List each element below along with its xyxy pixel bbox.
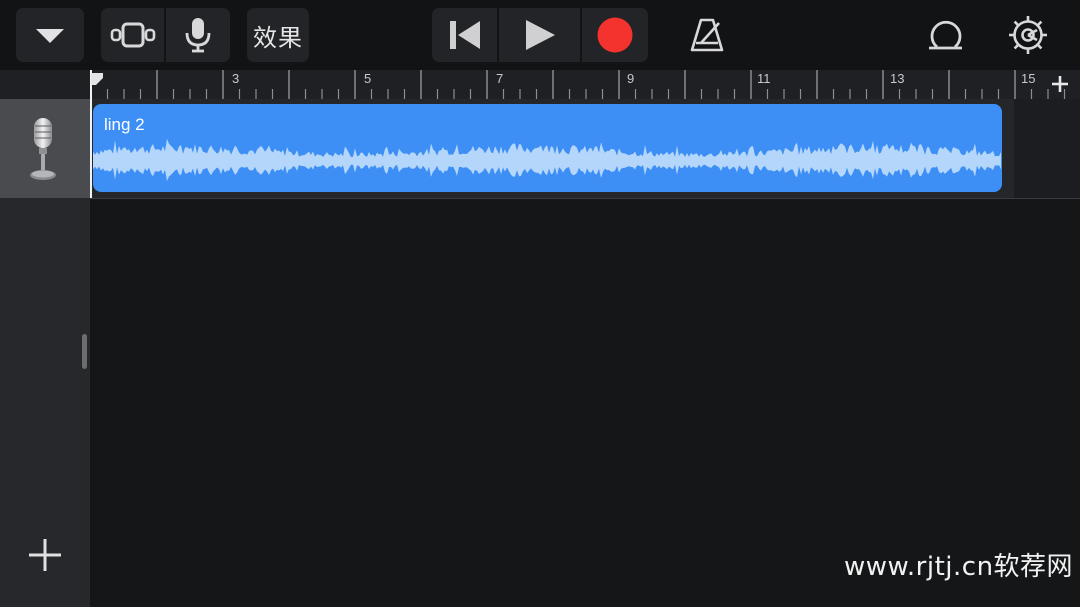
microphone-icon <box>185 18 211 53</box>
play-button[interactable] <box>499 8 580 62</box>
record-button[interactable] <box>582 8 648 62</box>
metronome-icon <box>690 18 724 52</box>
watermark: www.rjtj.cn软荐网 <box>844 552 1074 582</box>
add-section-button[interactable] <box>1048 72 1072 96</box>
record-icon <box>597 17 633 53</box>
go-to-start-button[interactable] <box>432 8 497 62</box>
bar-number: 7 <box>496 71 504 86</box>
track-header[interactable] <box>0 99 90 198</box>
bar-number: 15 <box>1021 71 1036 86</box>
effects-button[interactable]: 效果 <box>247 8 309 62</box>
view-controls <box>101 8 230 62</box>
playhead[interactable] <box>90 70 92 198</box>
waveform <box>93 138 1001 182</box>
settings-button[interactable] <box>1000 8 1056 62</box>
transport-controls <box>432 8 648 62</box>
bar-number: 13 <box>890 71 905 86</box>
track-headers-panel <box>0 70 90 607</box>
ruler-corner <box>0 70 90 99</box>
timeline-ruler[interactable]: 3 5 7 9 11 13 15 <box>90 70 1080 99</box>
playhead-handle-icon[interactable] <box>90 72 104 86</box>
go-to-start-icon <box>449 21 480 49</box>
region-name: ling 2 <box>104 115 145 134</box>
control-bar: 效果 <box>0 0 1080 70</box>
tracks-view-button[interactable] <box>101 8 164 62</box>
my-songs-button[interactable] <box>16 8 84 62</box>
smart-controls-button[interactable] <box>166 8 230 62</box>
gear-icon <box>1009 16 1047 54</box>
microphone-instrument-icon <box>30 118 56 180</box>
plus-icon <box>1052 76 1068 92</box>
bar-number: 3 <box>232 71 240 86</box>
play-icon <box>525 20 555 50</box>
bar-number: 5 <box>364 71 372 86</box>
add-track-button[interactable] <box>24 534 66 576</box>
loop-browser-button[interactable] <box>918 8 972 62</box>
chevron-down-icon <box>36 29 64 43</box>
track-header-resize-handle[interactable] <box>82 334 87 369</box>
audio-region[interactable]: ling 2 <box>93 104 1002 192</box>
metronome-button[interactable] <box>680 8 734 62</box>
bar-number: 11 <box>757 71 771 86</box>
tracks-view-icon <box>110 22 155 48</box>
plus-icon <box>29 539 61 571</box>
bar-number: 9 <box>627 71 635 86</box>
song-end-area <box>1014 99 1080 198</box>
effects-label: 效果 <box>253 23 303 52</box>
loop-browser-icon <box>929 20 962 50</box>
